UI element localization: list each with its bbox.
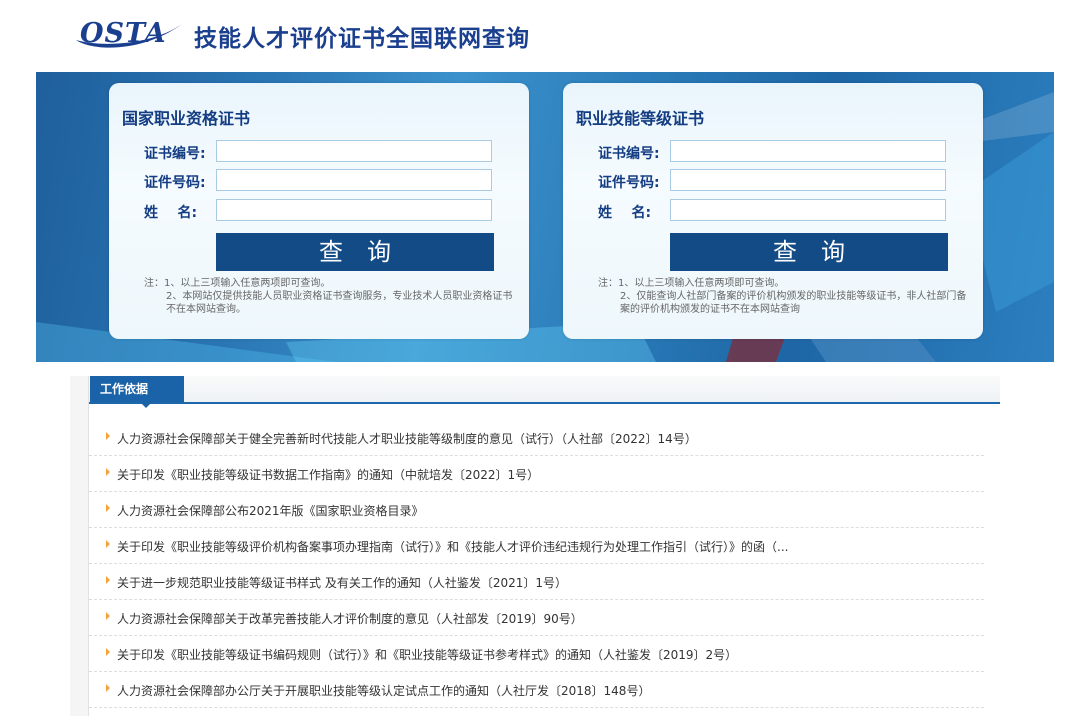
page-title: 技能人才评价证书全国联网查询 bbox=[194, 26, 530, 52]
id-number-input[interactable] bbox=[216, 169, 492, 191]
bullet-icon bbox=[106, 540, 110, 548]
query-banner: 国家职业资格证书 证书编号: 证件号码: 姓 名: 查询 注：1、以上三项输入任… bbox=[36, 72, 1054, 362]
list-item[interactable]: 关于印发《职业技能等级证书编码规则（试行）》和《职业技能等级证书参考样式》的通知… bbox=[89, 636, 984, 672]
list-item-link[interactable]: 人力资源社会保障部公布2021年版《国家职业资格目录》 bbox=[117, 502, 424, 519]
osta-logo[interactable]: OSTA bbox=[74, 18, 186, 52]
national-qualification-card: 国家职业资格证书 证书编号: 证件号码: 姓 名: 查询 注：1、以上三项输入任… bbox=[109, 83, 529, 339]
list-item[interactable]: 人力资源社会保障部公布2021年版《国家职业资格目录》 bbox=[89, 492, 984, 528]
logo-text: OSTA bbox=[80, 18, 167, 49]
list-item-link[interactable]: 关于印发《职业技能等级证书数据工作指南》的通知（中就培发〔2022〕1号） bbox=[117, 466, 539, 483]
list-item-link[interactable]: 关于进一步规范职业技能等级证书样式 及有关工作的通知（人社鉴发〔2021〕1号） bbox=[117, 574, 567, 591]
list-item[interactable]: 人力资源社会保障部关于健全完善新时代技能人才职业技能等级制度的意见（试行）（人社… bbox=[89, 420, 984, 456]
bullet-icon bbox=[106, 576, 110, 584]
bullet-icon bbox=[106, 468, 110, 476]
name-label: 姓 名: bbox=[144, 205, 198, 221]
query-note: 注：1、以上三项输入任意两项即可查询。 2、本网站仅提供技能人员职业资格证书查询… bbox=[144, 277, 514, 316]
list-item[interactable]: 人力资源社会保障部办公厅关于开展职业技能等级认定试点工作的通知（人社厅发〔201… bbox=[89, 672, 984, 708]
id-number-label: 证件号码: bbox=[144, 175, 206, 191]
work-basis-list: 人力资源社会保障部关于健全完善新时代技能人才职业技能等级制度的意见（试行）（人社… bbox=[89, 420, 984, 708]
bullet-icon bbox=[106, 432, 110, 440]
cert-number-input[interactable] bbox=[216, 140, 492, 162]
name-input[interactable] bbox=[670, 199, 946, 221]
note-line-2: 2、仅能查询人社部门备案的评价机构颁发的职业技能等级证书，非人社部门备案的评价机… bbox=[620, 291, 967, 315]
cert-number-label: 证书编号: bbox=[598, 146, 660, 162]
list-item-link[interactable]: 关于印发《职业技能等级证书编码规则（试行）》和《职业技能等级证书参考样式》的通知… bbox=[117, 646, 737, 663]
list-item-link[interactable]: 人力资源社会保障部办公厅关于开展职业技能等级认定试点工作的通知（人社厅发〔201… bbox=[117, 682, 650, 699]
cert-number-input[interactable] bbox=[670, 140, 946, 162]
bullet-icon bbox=[106, 648, 110, 656]
site-header: OSTA 技能人才评价证书全国联网查询 bbox=[0, 0, 1080, 72]
list-item[interactable]: 关于进一步规范职业技能等级证书样式 及有关工作的通知（人社鉴发〔2021〕1号） bbox=[89, 564, 984, 600]
cert-number-label: 证书编号: bbox=[144, 146, 206, 162]
id-number-label: 证件号码: bbox=[598, 175, 660, 191]
skill-level-card: 职业技能等级证书 证书编号: 证件号码: 姓 名: 查询 注：1、以上三项输入任… bbox=[563, 83, 983, 339]
work-basis-section: 工作依据 人力资源社会保障部关于健全完善新时代技能人才职业技能等级制度的意见（试… bbox=[70, 376, 1000, 716]
bullet-icon bbox=[106, 612, 110, 620]
query-note: 注：1、以上三项输入任意两项即可查询。 2、仅能查询人社部门备案的评价机构颁发的… bbox=[598, 277, 968, 316]
note-line-2: 2、本网站仅提供技能人员职业资格证书查询服务，专业技术人员职业资格证书不在本网站… bbox=[166, 291, 513, 315]
list-item-link[interactable]: 人力资源社会保障部关于健全完善新时代技能人才职业技能等级制度的意见（试行）（人社… bbox=[117, 430, 697, 447]
query-button[interactable]: 查询 bbox=[216, 233, 494, 271]
bullet-icon bbox=[106, 684, 110, 692]
card-title: 职业技能等级证书 bbox=[576, 109, 705, 128]
id-number-input[interactable] bbox=[670, 169, 946, 191]
query-button[interactable]: 查询 bbox=[670, 233, 948, 271]
list-item[interactable]: 关于印发《职业技能等级证书数据工作指南》的通知（中就培发〔2022〕1号） bbox=[89, 456, 984, 492]
tab-work-basis[interactable]: 工作依据 bbox=[90, 376, 184, 402]
name-input[interactable] bbox=[216, 199, 492, 221]
work-basis-panel: 工作依据 人力资源社会保障部关于健全完善新时代技能人才职业技能等级制度的意见（试… bbox=[88, 376, 1000, 716]
name-label: 姓 名: bbox=[598, 205, 652, 221]
list-item[interactable]: 人力资源社会保障部关于改革完善技能人才评价制度的意见（人社部发〔2019〕90号… bbox=[89, 600, 984, 636]
list-item-link[interactable]: 人力资源社会保障部关于改革完善技能人才评价制度的意见（人社部发〔2019〕90号… bbox=[117, 610, 583, 627]
list-item[interactable]: 关于印发《职业技能等级评价机构备案事项办理指南（试行）》和《技能人才评价违纪违规… bbox=[89, 528, 984, 564]
note-line-1: 注：1、以上三项输入任意两项即可查询。 bbox=[598, 278, 785, 289]
tab-pointer-icon bbox=[140, 402, 152, 408]
card-title: 国家职业资格证书 bbox=[122, 109, 251, 128]
work-basis-tabbar: 工作依据 bbox=[89, 376, 1000, 404]
list-item-link[interactable]: 关于印发《职业技能等级评价机构备案事项办理指南（试行）》和《技能人才评价违纪违规… bbox=[117, 538, 788, 555]
bullet-icon bbox=[106, 504, 110, 512]
note-line-1: 注：1、以上三项输入任意两项即可查询。 bbox=[144, 278, 331, 289]
